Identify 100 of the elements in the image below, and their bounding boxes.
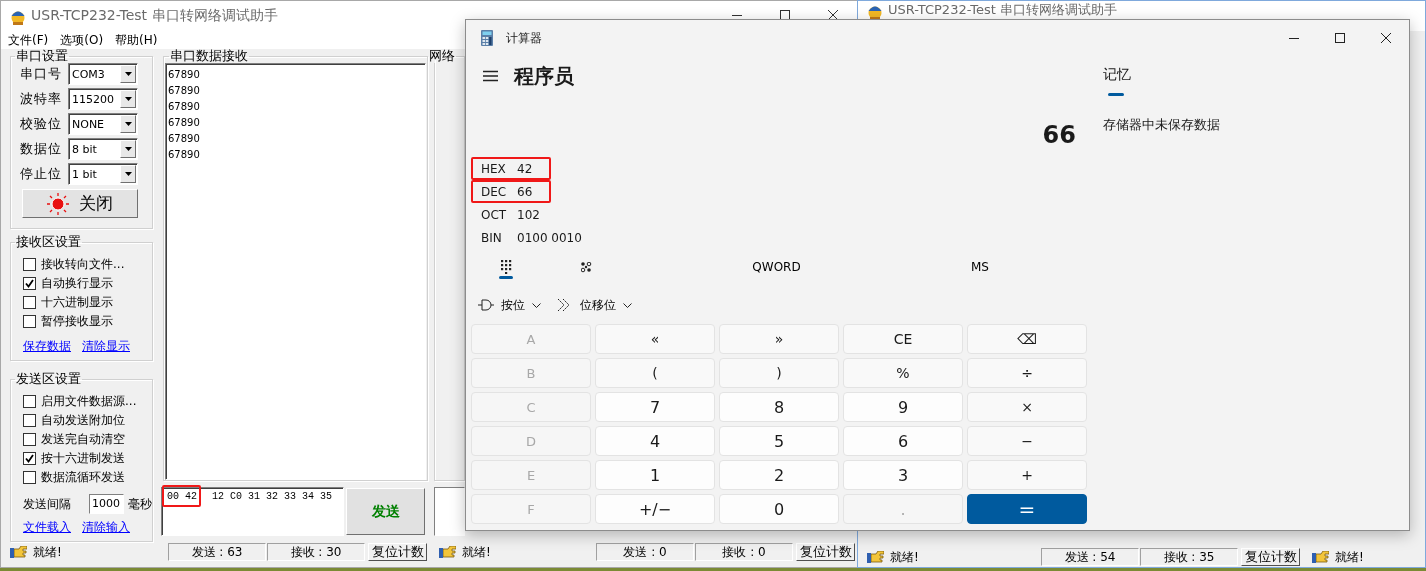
radix-label[interactable]: BIN: [473, 230, 517, 245]
panel-title: 串口数据接收: [169, 49, 249, 63]
group-title: 接收区设置: [15, 235, 82, 249]
caret-icon: [124, 72, 132, 76]
menu-item[interactable]: 帮助(H): [115, 31, 158, 49]
reset-button[interactable]: 复位计数: [368, 543, 427, 561]
input-field[interactable]: 1000: [89, 494, 124, 514]
checkbox-label: 发送完自动清空: [41, 431, 125, 448]
field-label: 数据位: [20, 140, 63, 158]
link[interactable]: 清除显示: [82, 338, 130, 355]
status-text: 就绪!: [1335, 548, 1364, 566]
keypad-key[interactable]: ⌫: [967, 324, 1087, 354]
received-line: 67890: [168, 148, 201, 162]
link[interactable]: 文件载入: [23, 519, 71, 536]
radix-value: 66: [517, 184, 533, 199]
keypad-icon: [500, 260, 512, 274]
checkbox[interactable]: [23, 296, 36, 309]
mode-title: 程序员: [514, 62, 574, 90]
keypad-key[interactable]: »: [719, 324, 839, 354]
hand-icon: [10, 546, 27, 558]
keypad-key[interactable]: −: [967, 426, 1087, 456]
radix-value: 42: [517, 161, 533, 176]
checkbox[interactable]: [23, 315, 36, 328]
hand-icon: [1312, 551, 1329, 563]
checkbox[interactable]: [23, 433, 36, 446]
checkbox-label: 暂停接收显示: [41, 313, 113, 330]
keypad-key[interactable]: (: [595, 358, 715, 388]
radix-label[interactable]: OCT: [473, 207, 517, 222]
window-title: 计算器: [506, 29, 542, 47]
received-line: 67890: [168, 116, 201, 130]
memory-tab[interactable]: 记忆: [1103, 66, 1131, 96]
keypad-key[interactable]: 9: [843, 392, 963, 422]
hand-icon: [867, 551, 884, 563]
dropdown[interactable]: COM3: [68, 63, 138, 85]
dropdown[interactable]: 1 bit: [68, 163, 138, 185]
window-title: USR-TCP232-Test 串口转网络调试助手: [888, 2, 1117, 18]
checkbox[interactable]: [23, 452, 36, 465]
keypad-key[interactable]: ): [719, 358, 839, 388]
menu-item[interactable]: 选项(O): [60, 31, 104, 49]
dropdown-button[interactable]: 位移位: [553, 291, 636, 319]
received-count: 接收 : 35: [1140, 548, 1238, 566]
keypad-key[interactable]: ×: [967, 392, 1087, 422]
calculator-icon: [481, 30, 493, 46]
radix-label[interactable]: HEX: [473, 161, 517, 176]
sent-count: 发送 : 54: [1041, 548, 1139, 566]
keypad-key[interactable]: 2: [719, 460, 839, 490]
link[interactable]: 清除输入: [82, 519, 130, 536]
reset-button[interactable]: 复位计数: [1241, 548, 1300, 566]
chevron-icon: [532, 302, 541, 308]
keypad-key[interactable]: 1: [595, 460, 715, 490]
keypad-key[interactable]: =: [967, 494, 1087, 524]
send-button[interactable]: 发送: [346, 488, 425, 535]
received-line: 67890: [168, 84, 201, 98]
checkbox-label: 十六进制显示: [41, 294, 113, 311]
checkbox-label: 按十六进制发送: [41, 450, 125, 467]
received-line: 67890: [168, 100, 201, 114]
received-line: 67890: [168, 132, 201, 146]
keypad-key[interactable]: CE: [843, 324, 963, 354]
keypad-key[interactable]: «: [595, 324, 715, 354]
logic-gate-icon: [478, 299, 494, 311]
dropdown[interactable]: NONE: [68, 113, 138, 135]
menu-item[interactable]: 文件(F): [8, 31, 49, 49]
radix-label[interactable]: DEC: [473, 184, 517, 199]
menu-icon: [483, 70, 498, 82]
keypad-key[interactable]: +/−: [595, 494, 715, 524]
keypad-key[interactable]: 8: [719, 392, 839, 422]
menu-button[interactable]: [483, 70, 498, 82]
keypad-key[interactable]: +: [967, 460, 1087, 490]
checkbox[interactable]: [23, 414, 36, 427]
checkbox-label: 接收转向文件...: [41, 256, 125, 273]
checkbox[interactable]: [23, 471, 36, 484]
received-line: 67890: [168, 68, 201, 82]
dots-icon: [580, 261, 592, 273]
keypad-key[interactable]: 0: [719, 494, 839, 524]
keypad-key[interactable]: 6: [843, 426, 963, 456]
link[interactable]: 保存数据: [23, 338, 71, 355]
keypad-key[interactable]: %: [843, 358, 963, 388]
send-input[interactable]: 00 42 12 C0 31 32 33 34 35: [161, 487, 344, 536]
radix-value: 102: [517, 207, 540, 222]
dropdown-button[interactable]: 按位: [474, 291, 545, 319]
keypad-key[interactable]: 7: [595, 392, 715, 422]
word-size-button[interactable]: QWORD: [686, 253, 867, 281]
network-send-input[interactable]: [434, 487, 465, 536]
hand-icon: [439, 546, 456, 558]
keypad-key[interactable]: 4: [595, 426, 715, 456]
port-button[interactable]: 关闭: [22, 189, 138, 218]
dropdown[interactable]: 115200: [68, 88, 138, 110]
dropdown[interactable]: 8 bit: [68, 138, 138, 160]
keypad-key[interactable]: ÷: [967, 358, 1087, 388]
reset-button[interactable]: 复位计数: [796, 543, 855, 561]
field-label: 停止位: [20, 165, 63, 183]
checkbox[interactable]: [23, 277, 36, 290]
status-text: 就绪!: [890, 548, 919, 566]
checkbox[interactable]: [23, 258, 36, 271]
keypad-key[interactable]: 5: [719, 426, 839, 456]
checkbox-label: 启用文件数据源...: [41, 393, 137, 410]
checkbox[interactable]: [23, 395, 36, 408]
keypad-key[interactable]: 3: [843, 460, 963, 490]
status-text: 就绪!: [462, 543, 491, 561]
memory-store-button[interactable]: MS: [945, 253, 1015, 281]
